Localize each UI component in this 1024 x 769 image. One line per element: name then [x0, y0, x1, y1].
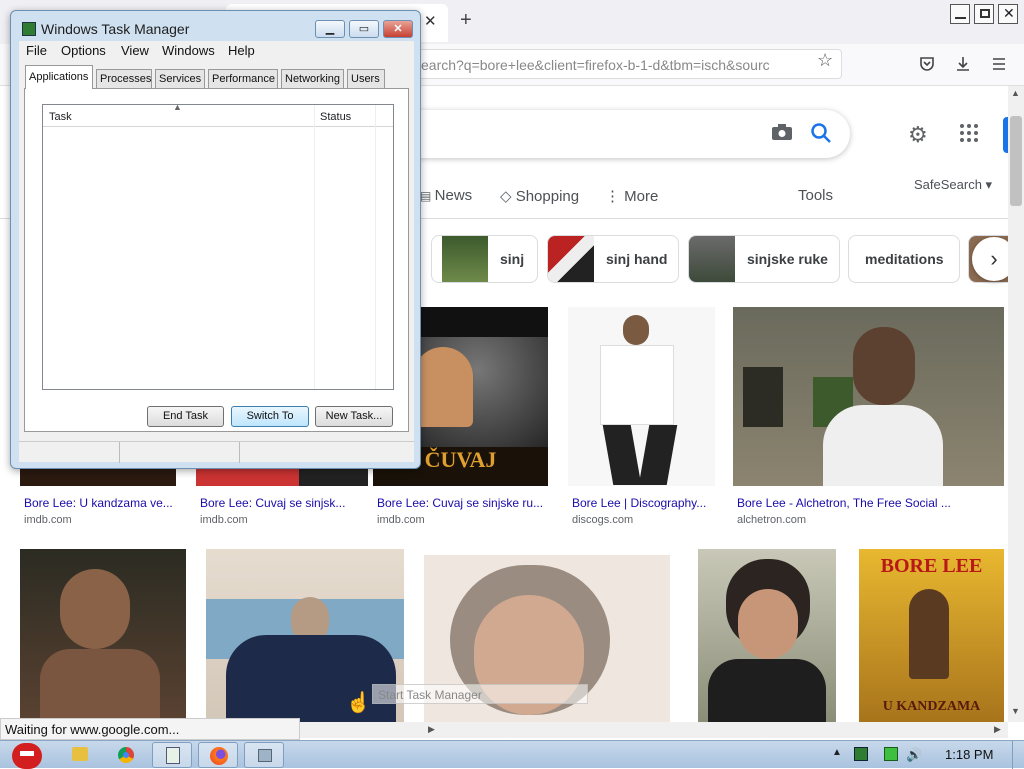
task-manager-app-icon — [22, 22, 36, 36]
bookmark-star-icon[interactable]: ☆ — [817, 50, 833, 71]
camera-search-icon[interactable] — [772, 124, 792, 140]
url-text: earch?q=bore+lee&client=firefox-b-1-d&tb… — [421, 57, 770, 73]
window-title: Windows Task Manager — [41, 21, 190, 37]
url-bar[interactable]: earch?q=bore+lee&client=firefox-b-1-d&tb… — [400, 49, 842, 79]
kebab-icon: ⋮ — [605, 188, 625, 205]
show-hidden-icons-icon[interactable]: ▲ — [832, 747, 846, 761]
chip-thumbnail — [689, 236, 735, 282]
chip-sinj[interactable]: sinj — [431, 235, 538, 283]
result-title[interactable]: Bore Lee: Cuvaj se sinjske ru... — [377, 496, 547, 510]
poster-subtitle: U KANDZAMA — [882, 699, 981, 714]
chrome-taskbar-button[interactable] — [106, 742, 146, 768]
result-image[interactable] — [733, 307, 1004, 486]
google-apps-icon[interactable] — [960, 124, 978, 142]
tab-networking[interactable]: Networking — [281, 69, 344, 88]
minimize-button[interactable] — [950, 4, 970, 24]
close-button[interactable]: ✕ — [383, 20, 413, 38]
column-task[interactable]: Task — [49, 111, 72, 123]
task-manager-statusbar — [19, 441, 414, 463]
firefox-taskbar-button[interactable] — [198, 742, 238, 768]
result-source: alchetron.com — [737, 514, 807, 526]
show-desktop-button[interactable] — [1012, 741, 1024, 769]
menu-bar: File Options View Windows Help — [19, 41, 414, 61]
tab-users[interactable]: Users — [347, 69, 385, 88]
scroll-thumb[interactable] — [1010, 116, 1022, 206]
search-box[interactable] — [380, 110, 850, 158]
result-title[interactable]: Bore Lee - Alchetron, The Free Social ..… — [737, 496, 967, 510]
notepad-taskbar-button[interactable] — [152, 742, 192, 768]
chip-sinj-hand[interactable]: sinj hand — [547, 235, 679, 283]
close-tab-icon[interactable]: ✕ — [424, 12, 437, 30]
result-source: imdb.com — [377, 514, 425, 526]
tab-services[interactable]: Services — [155, 69, 205, 88]
chip-thumbnail — [548, 236, 594, 282]
tab-more[interactable]: ⋮ More — [605, 187, 658, 205]
download-icon[interactable] — [954, 55, 972, 73]
task-list-header: ▲ Task Status — [43, 102, 393, 127]
task-manager-window[interactable]: Windows Task Manager ▁ ▭ ✕ File Options … — [10, 10, 421, 469]
new-tab-button[interactable]: + — [460, 9, 472, 32]
end-task-button[interactable]: End Task — [147, 406, 224, 427]
result-source: imdb.com — [24, 514, 72, 526]
tab-applications[interactable]: Applications — [25, 65, 93, 89]
tab-performance[interactable]: Performance — [208, 69, 278, 88]
result-title[interactable]: Bore Lee: Cuvaj se sinjsk... — [200, 496, 360, 510]
hamburger-menu-icon[interactable] — [990, 55, 1008, 73]
result-image[interactable] — [20, 549, 186, 722]
restore-button[interactable] — [974, 4, 994, 24]
menu-view[interactable]: View — [121, 43, 149, 58]
gear-icon[interactable]: ⚙ — [908, 122, 928, 148]
chip-sinjske-ruke[interactable]: sinjske ruke — [688, 235, 840, 283]
menu-windows[interactable]: Windows — [162, 43, 215, 58]
page-scrollbar[interactable]: ▲ ▼ — [1008, 86, 1024, 722]
safesearch-button[interactable]: SafeSearch ▾ — [914, 177, 992, 193]
result-source: discogs.com — [572, 514, 634, 526]
maximize-button[interactable]: ▭ — [349, 20, 379, 38]
new-task-button[interactable]: New Task... — [315, 406, 393, 427]
applications-panel: ▲ Task Status End Task Switch To New Tas… — [24, 88, 409, 432]
tab-news[interactable]: ▤ News — [420, 187, 472, 204]
task-manager-taskbar-button[interactable] — [244, 742, 284, 768]
hand-cursor-icon: ☝ — [346, 692, 371, 714]
browser-status-text: Waiting for www.google.com... — [0, 718, 300, 740]
volume-icon[interactable]: 🔊 — [906, 747, 922, 762]
column-divider — [314, 105, 315, 389]
taskbar: ▲ 🔊 1:18 PM — [0, 740, 1024, 769]
menu-options[interactable]: Options — [61, 43, 106, 58]
chip-meditations[interactable]: meditations — [848, 235, 960, 283]
chip-thumbnail — [442, 236, 488, 282]
poster-title: BORE LEE — [880, 555, 983, 577]
menu-help[interactable]: Help — [228, 43, 255, 58]
tag-icon: ◇ — [500, 188, 516, 205]
minimize-button[interactable]: ▁ — [315, 20, 345, 38]
close-window-button[interactable]: ✕ — [998, 4, 1018, 24]
sort-ascending-icon: ▲ — [173, 102, 182, 112]
tab-shopping[interactable]: ◇ Shopping — [500, 187, 579, 205]
result-image[interactable]: BORE LEE U KANDZAMA — [859, 549, 1004, 722]
pocket-icon[interactable] — [918, 55, 936, 73]
result-title[interactable]: Bore Lee: U kandzama ve... — [24, 496, 184, 510]
result-source: imdb.com — [200, 514, 248, 526]
result-image[interactable] — [568, 307, 715, 486]
result-title[interactable]: Bore Lee | Discography... — [572, 496, 712, 510]
tooltip: Start Task Manager — [372, 684, 588, 704]
search-icon[interactable] — [810, 122, 832, 144]
task-manager-tray-icon[interactable] — [854, 747, 868, 761]
explorer-taskbar-button[interactable] — [60, 742, 100, 768]
start-button[interactable] — [4, 742, 48, 769]
task-manager-body: Applications Processes Services Performa… — [19, 61, 414, 463]
network-icon[interactable] — [884, 747, 898, 761]
menu-file[interactable]: File — [26, 43, 47, 58]
result-image[interactable] — [698, 549, 836, 722]
column-status[interactable]: Status — [320, 111, 351, 123]
task-manager-titlebar[interactable]: Windows Task Manager ▁ ▭ ✕ — [11, 11, 420, 41]
clock[interactable]: 1:18 PM — [945, 747, 993, 762]
tools-button[interactable]: Tools — [798, 187, 833, 204]
task-list[interactable]: ▲ Task Status — [42, 102, 394, 390]
news-icon: ▤ — [420, 189, 435, 203]
column-divider — [375, 105, 376, 389]
switch-to-button[interactable]: Switch To — [231, 406, 309, 427]
tab-processes[interactable]: Processes — [96, 69, 152, 88]
